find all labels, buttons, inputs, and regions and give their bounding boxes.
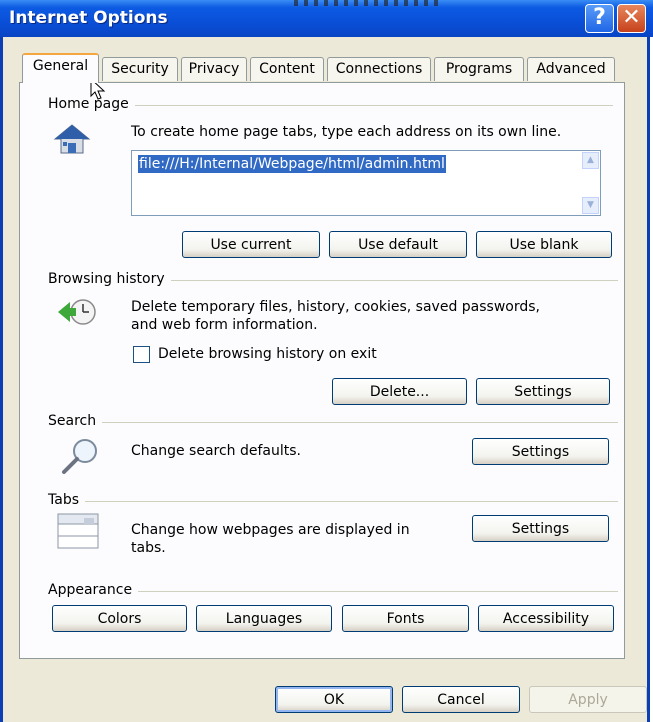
tabs-divider xyxy=(48,501,618,502)
tab-content[interactable]: Content xyxy=(250,57,324,81)
scroll-down-arrow-icon[interactable]: ▼ xyxy=(582,197,599,214)
tabs-description-line2: tabs. xyxy=(131,540,166,556)
fonts-button[interactable]: Fonts xyxy=(342,605,469,632)
tab-connections-label: Connections xyxy=(335,61,423,77)
use-current-button[interactable]: Use current xyxy=(182,231,320,258)
tab-advanced[interactable]: Advanced xyxy=(527,57,615,81)
tab-security-label: Security xyxy=(111,61,169,77)
tab-security[interactable]: Security xyxy=(102,57,178,81)
ok-button[interactable]: OK xyxy=(275,686,393,713)
colors-button[interactable]: Colors xyxy=(52,605,187,632)
search-description: Change search defaults. xyxy=(131,443,302,459)
apply-button[interactable]: Apply xyxy=(529,686,647,713)
tabs-settings-button[interactable]: Settings xyxy=(472,515,609,542)
browsing-history-description-line1: Delete temporary files, history, cookies… xyxy=(131,299,540,315)
appearance-group-title: Appearance xyxy=(48,582,139,598)
tab-privacy-label: Privacy xyxy=(188,61,240,77)
tab-programs-label: Programs xyxy=(445,61,513,77)
home-icon xyxy=(53,124,91,154)
search-group-title: Search xyxy=(48,413,103,429)
use-blank-button[interactable]: Use blank xyxy=(476,231,612,258)
delete-history-on-exit-checkbox[interactable] xyxy=(133,346,150,363)
tab-programs[interactable]: Programs xyxy=(434,57,524,81)
tab-connections[interactable]: Connections xyxy=(327,57,431,81)
tab-privacy[interactable]: Privacy xyxy=(181,57,247,81)
tab-advanced-label: Advanced xyxy=(536,61,606,77)
overlap-artifact xyxy=(294,0,444,6)
browsing-history-description-line2: and web form information. xyxy=(131,317,318,333)
help-button[interactable]: ? xyxy=(585,4,614,33)
accessibility-button[interactable]: Accessibility xyxy=(478,605,614,632)
scroll-up-arrow-icon[interactable]: ▲ xyxy=(582,152,599,169)
browsing-history-group-title: Browsing history xyxy=(48,271,171,287)
home-page-address-textarea[interactable]: file:///H:/Internal/Webpage/html/admin.h… xyxy=(131,150,601,216)
home-page-address-text: file:///H:/Internal/Webpage/html/admin.h… xyxy=(138,155,446,173)
tab-general[interactable]: General xyxy=(22,53,99,83)
browsing-history-settings-button[interactable]: Settings xyxy=(476,378,610,405)
search-magnifier-icon xyxy=(62,439,97,474)
delete-history-button[interactable]: Delete... xyxy=(332,378,467,405)
tabs-window-icon xyxy=(57,513,99,549)
cancel-button[interactable]: Cancel xyxy=(402,686,520,713)
window-title: Internet Options xyxy=(9,8,168,28)
tabs-description-line1: Change how webpages are displayed in xyxy=(131,522,410,538)
tabs-group-title: Tabs xyxy=(48,492,85,508)
tab-general-label: General xyxy=(32,58,89,74)
close-button[interactable]: ✕ xyxy=(617,4,646,33)
use-default-button[interactable]: Use default xyxy=(329,231,467,258)
delete-history-on-exit-label: Delete browsing history on exit xyxy=(158,346,377,362)
search-divider xyxy=(48,422,618,423)
search-settings-button[interactable]: Settings xyxy=(472,438,609,465)
history-clock-icon xyxy=(58,299,96,325)
tab-content-label: Content xyxy=(259,61,315,77)
home-page-description: To create home page tabs, type each addr… xyxy=(131,124,562,140)
languages-button[interactable]: Languages xyxy=(196,605,332,632)
